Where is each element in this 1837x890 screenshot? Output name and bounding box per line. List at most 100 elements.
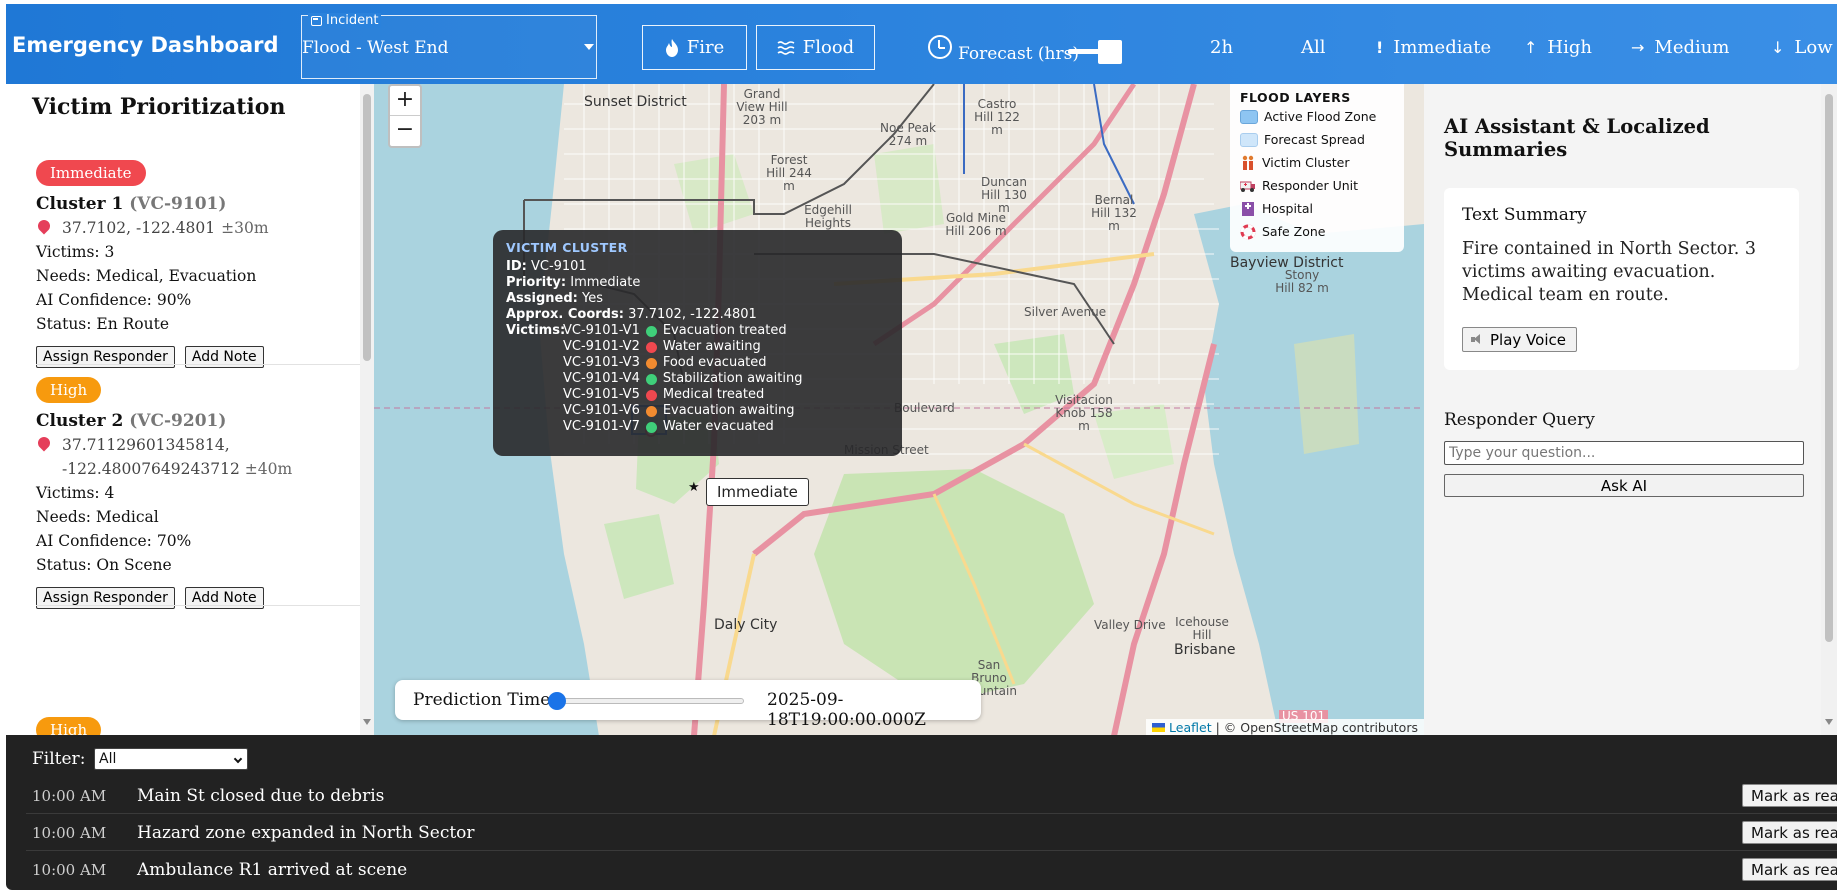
victim-card: High xyxy=(36,717,360,735)
scrollbar[interactable] xyxy=(360,84,374,735)
filter-medium-button[interactable]: → Medium xyxy=(1631,37,1729,58)
cluster-status: Status: On Scene xyxy=(36,556,172,574)
arrow-right-icon: → xyxy=(1631,38,1645,57)
coords-value: 37.7102, -122.4801 xyxy=(62,219,216,237)
incident-select-value[interactable]: Flood - West End xyxy=(302,38,596,58)
play-voice-label: Play Voice xyxy=(1490,330,1566,349)
zoom-in-button[interactable]: + xyxy=(390,86,420,116)
filter-high-label: High xyxy=(1547,37,1592,58)
leaflet-link[interactable]: Leaflet xyxy=(1169,720,1212,735)
incident-selector[interactable]: Incident Flood - West End xyxy=(301,13,597,79)
legend-item[interactable]: Safe Zone xyxy=(1240,220,1394,243)
lifebuoy-icon xyxy=(1240,224,1256,240)
prediction-slider-thumb[interactable] xyxy=(548,692,566,710)
zoom-out-button[interactable]: − xyxy=(390,116,420,146)
map-label: Duncan Hill 130 m xyxy=(980,175,1027,215)
victim-status: Food evacuated xyxy=(662,355,767,370)
scrollbar-thumb[interactable] xyxy=(363,94,371,361)
filter-medium-label: Medium xyxy=(1654,37,1730,58)
popup-victim-row: VC-9101-V2 Water awaiting xyxy=(563,339,802,355)
cluster-coords: 37.71129601345814, -122.48007649243712 ±… xyxy=(35,433,360,481)
legend-item[interactable]: Forecast Spread xyxy=(1240,128,1394,151)
victim-marker-icon[interactable]: ★ xyxy=(688,480,700,495)
chevron-down-icon xyxy=(233,754,243,764)
popup-id-row: ID: VC-9101 xyxy=(506,259,587,274)
victim-status: Evacuation treated xyxy=(662,323,787,338)
hospital-icon xyxy=(1240,201,1256,217)
map-view[interactable]: Sunset District Grand View Hill 203 m Fo… xyxy=(374,84,1424,736)
popup-victim-row: VC-9101-V1 Evacuation treated xyxy=(563,323,802,339)
cluster-id: (VC-9101) xyxy=(129,194,227,214)
fire-button[interactable]: Fire xyxy=(642,25,747,70)
chevron-down-icon[interactable] xyxy=(584,44,594,50)
victim-needs: Needs: Medical xyxy=(36,508,159,526)
map-label: Sunset District xyxy=(584,94,687,110)
query-input[interactable] xyxy=(1444,441,1804,465)
popup-coords-row: Approx. Coords: 37.7102, -122.4801 xyxy=(506,307,757,322)
popup-victim-row: VC-9101-V4 Stabilization awaiting xyxy=(563,371,802,387)
filter-high-button[interactable]: ↑ High xyxy=(1524,37,1592,58)
map-pin-icon xyxy=(35,217,53,235)
legend-item-label: Hospital xyxy=(1262,201,1314,216)
legend-item[interactable]: Responder Unit xyxy=(1240,174,1394,197)
scrollbar-thumb[interactable] xyxy=(1825,94,1833,642)
filter-low-button[interactable]: ↓ Low xyxy=(1771,37,1833,58)
attribution-text: | © OpenStreetMap contributors xyxy=(1215,720,1418,735)
popup-id: VC-9101 xyxy=(530,259,587,274)
scrollbar[interactable] xyxy=(1821,84,1837,735)
victim-count: Victims: 4 xyxy=(36,484,115,502)
coords-value: 37.71129601345814, -122.48007649243712 ±… xyxy=(62,436,293,478)
victim-card: Immediate Cluster 1 (VC-9101) 37.7102, -… xyxy=(35,160,360,368)
legend-item-label: Forecast Spread xyxy=(1264,132,1365,147)
legend-item-label: Responder Unit xyxy=(1262,178,1359,193)
scroll-down-arrow-icon[interactable] xyxy=(1825,719,1833,725)
legend-item[interactable]: Active Flood Zone xyxy=(1240,105,1394,128)
incident-legend-label: Incident xyxy=(326,13,379,28)
play-voice-button[interactable]: Play Voice xyxy=(1462,327,1577,352)
responder-query-title: Responder Query xyxy=(1444,410,1595,430)
map-label: Stony Hill 82 m xyxy=(1275,268,1329,295)
water-waves-icon xyxy=(777,40,795,55)
map-label: Brisbane xyxy=(1174,642,1236,658)
panel-title: Victim Prioritization xyxy=(32,94,286,120)
forecast-slider[interactable] xyxy=(1068,40,1122,64)
flood-button[interactable]: Flood xyxy=(756,25,875,70)
filter-immediate-label: Immediate xyxy=(1393,37,1492,58)
mark-as-read-button[interactable]: Mark as read xyxy=(1742,821,1837,844)
filter-select[interactable]: All xyxy=(94,748,248,770)
cluster-title: Cluster 2 (VC-9201) xyxy=(36,409,360,433)
filter-all-button[interactable]: All xyxy=(1301,37,1326,58)
popup-priority-row: Priority: Immediate xyxy=(506,275,641,290)
cluster-title: Cluster 1 (VC-9101) xyxy=(36,192,360,216)
prediction-time-slider[interactable] xyxy=(548,692,744,710)
map-label: Icehouse Hill xyxy=(1175,615,1229,642)
map-label: Silver Avenue xyxy=(1024,305,1107,319)
legend-item[interactable]: Victim Cluster xyxy=(1240,151,1394,174)
victim-needs: Needs: Medical, Evacuation xyxy=(36,267,257,285)
flood-button-label: Flood xyxy=(802,37,855,58)
status-dot-icon xyxy=(645,357,657,369)
victim-cluster-icon xyxy=(1240,155,1256,171)
map-label: Castro Hill 122 m xyxy=(974,97,1020,137)
clock-icon xyxy=(928,35,952,59)
victim-id: VC-9101-V1 xyxy=(563,323,640,338)
scroll-down-arrow-icon[interactable] xyxy=(363,719,371,725)
mark-as-read-button[interactable]: Mark as read xyxy=(1742,784,1837,807)
ask-ai-button[interactable]: Ask AI xyxy=(1444,474,1804,497)
forecast-slider-thumb[interactable] xyxy=(1098,40,1122,64)
victim-id: VC-9101-V4 xyxy=(563,371,640,386)
panel-title: AI Assistant & Localized Summaries xyxy=(1444,115,1710,161)
cluster-id: (VC-9201) xyxy=(129,411,227,431)
map-label: Bernal Hill 132 m xyxy=(1091,193,1137,233)
coords-accuracy: ±40m xyxy=(244,460,293,478)
victim-id: VC-9101-V3 xyxy=(563,355,640,370)
divider xyxy=(36,364,362,365)
victim-cluster-popup: VICTIM CLUSTER ID: VC-9101 Priority: Imm… xyxy=(493,230,902,456)
filter-label: Filter: xyxy=(32,749,86,769)
filter-immediate-button[interactable]: ! Immediate xyxy=(1376,37,1491,58)
cluster-coords: 37.7102, -122.4801 ±30m xyxy=(35,216,360,240)
mark-as-read-button[interactable]: Mark as read xyxy=(1742,858,1837,881)
legend-item[interactable]: Hospital xyxy=(1240,197,1394,220)
priority-badge: Immediate xyxy=(36,160,146,186)
map-label: Valley Drive xyxy=(1094,618,1166,632)
